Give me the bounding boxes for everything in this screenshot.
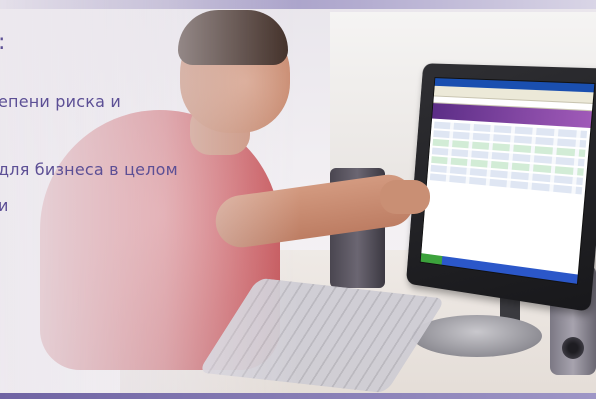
monitor xyxy=(405,63,596,312)
monitor-screen xyxy=(419,77,596,285)
heading-fragment: : xyxy=(0,30,6,55)
text-overlay-fade xyxy=(0,0,300,399)
bottom-accent-band xyxy=(0,393,596,399)
screen-table xyxy=(427,119,591,200)
bullet-line-3: и xyxy=(0,196,9,215)
bullet-line-2: для бизнеса в целом xyxy=(0,160,178,179)
start-button xyxy=(420,253,443,265)
bullet-line-1: епени риска и xyxy=(0,92,121,111)
presentation-slide: : епени риска и для бизнеса в целом и xyxy=(0,0,596,399)
taskbar xyxy=(420,253,578,284)
speaker-cone xyxy=(562,337,584,359)
person-hand xyxy=(380,180,430,214)
